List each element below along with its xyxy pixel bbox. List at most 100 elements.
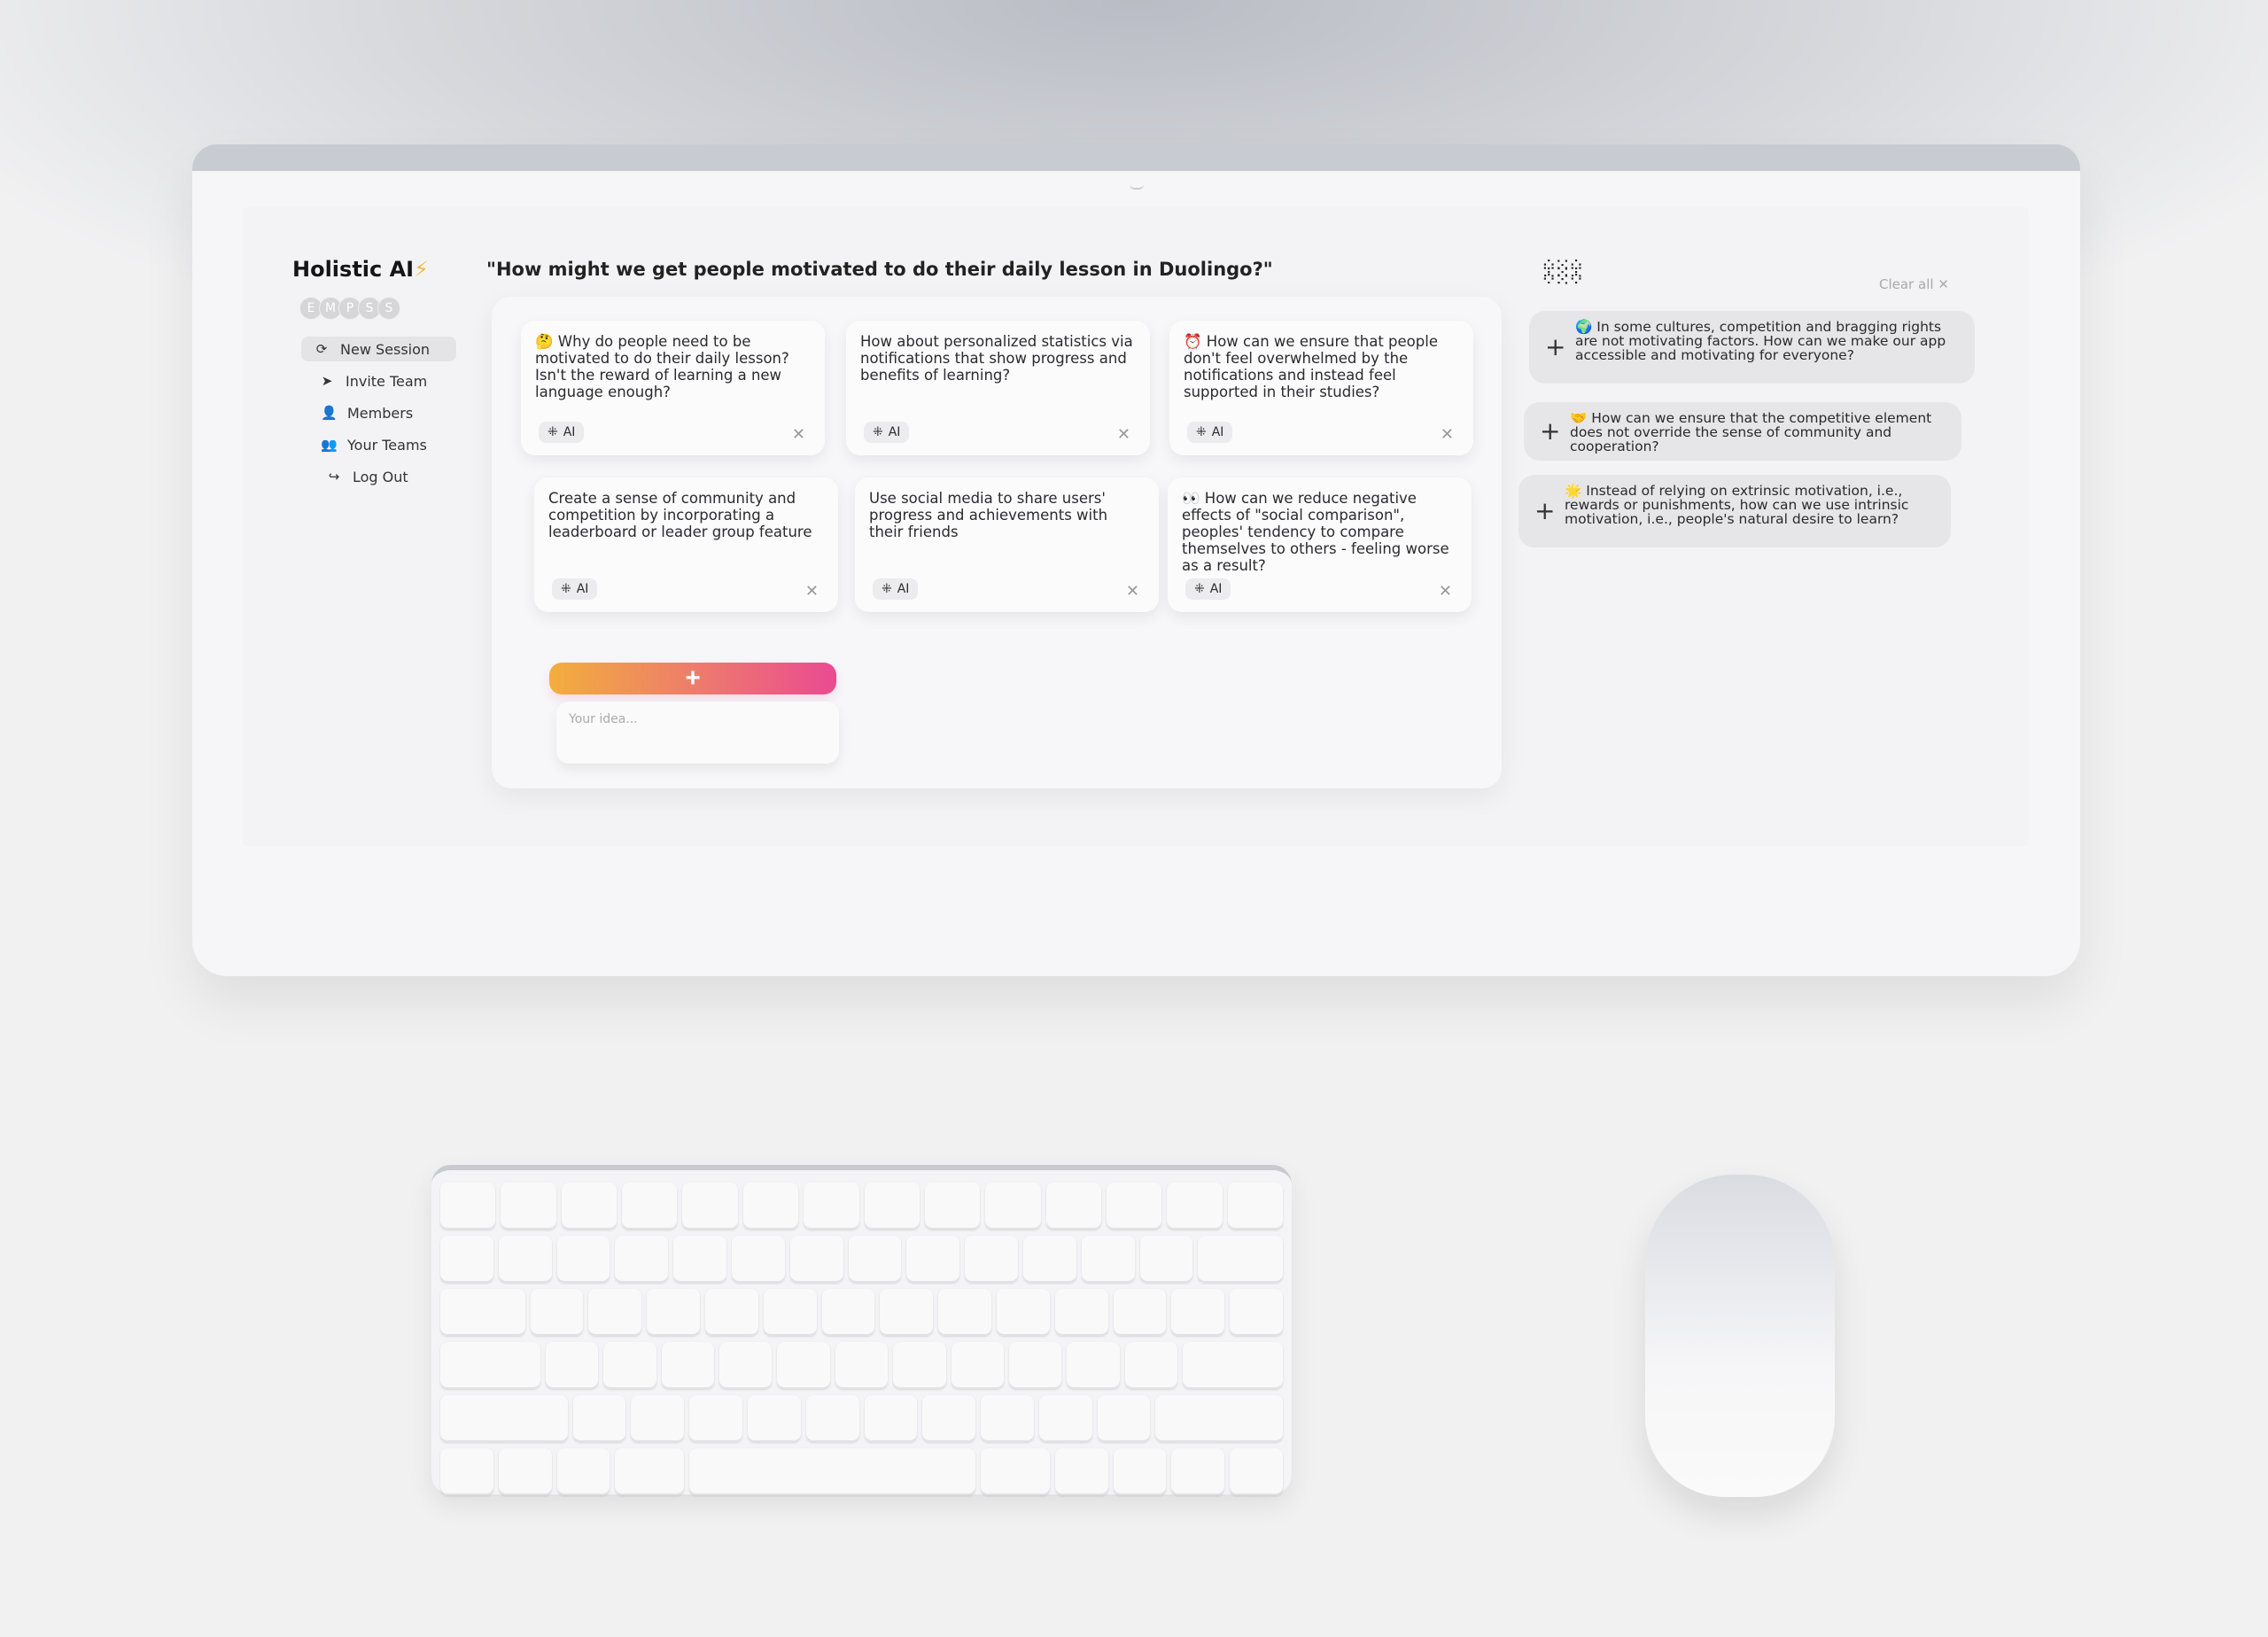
idea-text-body: How can we ensure that people don't feel… [1184, 333, 1438, 400]
key [981, 1395, 1034, 1442]
suggestion-item[interactable]: + 🌍 In some cultures, competition and bra… [1529, 311, 1975, 384]
remove-idea-button[interactable]: ✕ [1439, 583, 1452, 600]
sidebar-item-new-session[interactable]: ⟳ New Session [301, 337, 456, 361]
key [1124, 1342, 1178, 1389]
idea-card[interactable]: 👀 How can we reduce negative effects of … [1168, 477, 1472, 612]
ai-sparkle-icon: ⁜ [882, 581, 892, 596]
clear-all-label: Clear all [1879, 276, 1934, 292]
add-suggestion-icon[interactable]: + [1545, 335, 1565, 360]
key [804, 1183, 859, 1230]
add-suggestion-icon[interactable]: + [1534, 499, 1555, 524]
idea-text: 🤔 Why do people need to be motivated to … [535, 333, 811, 400]
key [545, 1342, 599, 1389]
idea-text-body: Create a sense of community and competit… [548, 490, 812, 540]
sidebar-item-your-teams[interactable]: 👥 Your Teams [301, 432, 456, 457]
tag-label: AI [563, 424, 576, 439]
idea-text-body: How about personalized statistics via no… [860, 333, 1133, 384]
remove-idea-button[interactable]: ✕ [1441, 426, 1454, 443]
key [1198, 1236, 1284, 1283]
key [1183, 1342, 1283, 1389]
emoji-icon: 🤔 [535, 333, 554, 350]
key [1067, 1342, 1120, 1389]
idea-card[interactable]: ⏰ How can we ensure that people don't fe… [1169, 321, 1473, 455]
idea-text: ⏰ How can we ensure that people don't fe… [1184, 333, 1459, 400]
ai-sparkle-icon: ⁘⁙⁘ ⁙⁙⁙ ⁘⁙⁘ [1541, 255, 1584, 291]
key [1081, 1236, 1135, 1283]
key [848, 1236, 902, 1283]
ai-tag: ⁜ AI [552, 578, 598, 600]
key [906, 1236, 960, 1283]
key [622, 1183, 678, 1230]
key [440, 1448, 493, 1495]
idea-input[interactable] [556, 702, 839, 764]
idea-text: 👀 How can we reduce negative effects of … [1182, 490, 1457, 574]
idea-card[interactable]: How about personalized statistics via no… [846, 321, 1150, 455]
key [997, 1289, 1050, 1336]
key [1230, 1448, 1283, 1495]
remove-idea-button[interactable]: ✕ [805, 583, 819, 600]
idea-card[interactable]: 🤔 Why do people need to be motivated to … [521, 321, 825, 455]
suggestion-text: In some cultures, competition and braggi… [1575, 319, 1946, 363]
refresh-icon: ⟳ [315, 341, 328, 357]
key [556, 1448, 610, 1495]
key [981, 1448, 1050, 1495]
key [572, 1395, 626, 1442]
key [440, 1395, 568, 1442]
key [1054, 1448, 1108, 1495]
key [719, 1342, 773, 1389]
key [1045, 1183, 1101, 1230]
key [440, 1289, 525, 1336]
key [880, 1289, 934, 1336]
key [864, 1395, 918, 1442]
sidebar-item-invite-team[interactable]: ➤ Invite Team [301, 369, 456, 393]
add-suggestion-icon[interactable]: + [1540, 419, 1560, 444]
clear-all-button[interactable]: Clear all ✕ [1879, 276, 1949, 292]
key [1155, 1395, 1283, 1442]
emoji-icon: 👀 [1182, 490, 1200, 507]
key [603, 1342, 656, 1389]
key [965, 1236, 1018, 1283]
key [805, 1395, 859, 1442]
key [647, 1289, 701, 1336]
key [1230, 1289, 1284, 1336]
ai-tag: ⁜ AI [539, 422, 585, 443]
idea-card[interactable]: Create a sense of community and competit… [534, 477, 838, 612]
idea-text: Create a sense of community and competit… [548, 490, 824, 540]
idea-text: How about personalized statistics via no… [860, 333, 1136, 384]
avatar[interactable]: S [377, 297, 400, 320]
key [556, 1236, 610, 1283]
ai-sparkle-icon: ⁜ [873, 424, 883, 439]
ai-sparkle-icon: ⁜ [561, 581, 571, 596]
key [777, 1342, 830, 1389]
key [661, 1342, 715, 1389]
key [498, 1448, 552, 1495]
remove-idea-button[interactable]: ✕ [792, 426, 805, 443]
sidebar-item-label: Log Out [353, 468, 408, 485]
sidebar-item-log-out[interactable]: ↪ Log Out [301, 464, 456, 489]
sidebar-item-label: Your Teams [347, 436, 427, 454]
key [440, 1183, 496, 1230]
key [864, 1183, 920, 1230]
suggestion-item[interactable]: + 🌟 Instead of relying on extrinsic motiv… [1518, 475, 1951, 547]
key [789, 1236, 843, 1283]
key [440, 1236, 493, 1283]
key [1139, 1236, 1193, 1283]
sidebar-item-members[interactable]: 👤 Members [301, 400, 456, 425]
key [501, 1183, 556, 1230]
key [938, 1289, 992, 1336]
key [731, 1236, 785, 1283]
remove-idea-button[interactable]: ✕ [1117, 426, 1130, 443]
key [893, 1342, 946, 1389]
add-idea-button[interactable]: + [549, 663, 836, 694]
remove-idea-button[interactable]: ✕ [1126, 583, 1139, 600]
key [1113, 1448, 1167, 1495]
suggestion-item[interactable]: + 🤝 How can we ensure that the competitiv… [1524, 402, 1961, 461]
keyboard-row [440, 1342, 1283, 1389]
key [1097, 1395, 1151, 1442]
key [821, 1289, 875, 1336]
users-icon: 👥 [321, 437, 338, 453]
key [747, 1395, 801, 1442]
idea-card[interactable]: Use social media to share users' progres… [855, 477, 1159, 612]
key [615, 1448, 685, 1495]
mouse [1645, 1175, 1835, 1497]
